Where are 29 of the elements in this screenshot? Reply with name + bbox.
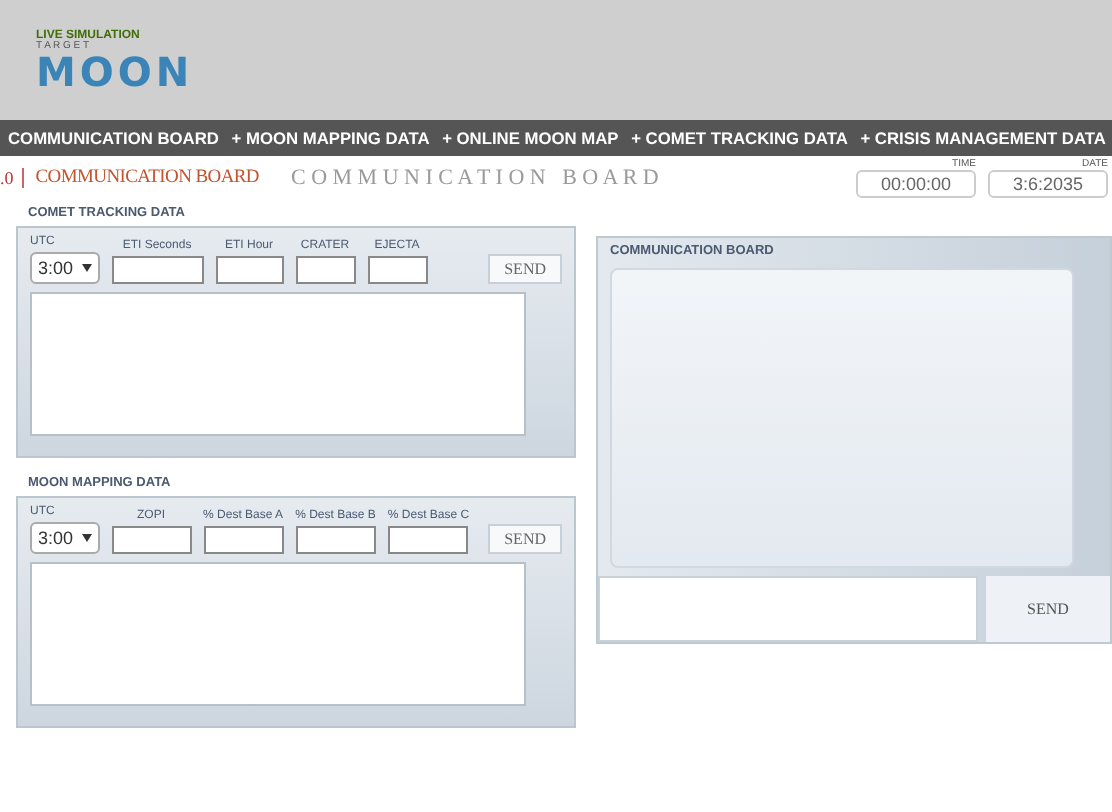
utc-dropdown[interactable]: 3:00 bbox=[30, 252, 100, 284]
nav-link[interactable]: + ONLINE MOON MAP bbox=[442, 128, 619, 148]
nav-link[interactable]: + COMET TRACKING DATA bbox=[631, 128, 848, 148]
date-field: 3:6:2035 bbox=[988, 170, 1108, 198]
logo-title: MOON bbox=[36, 51, 194, 91]
caret-icon bbox=[81, 534, 92, 542]
send-button[interactable]: SEND bbox=[488, 524, 562, 554]
nav-link[interactable]: + CRISIS MANAGEMENT DATA bbox=[860, 128, 1106, 148]
utc-dropdown[interactable]: 3:00 bbox=[30, 522, 100, 554]
input-field[interactable] bbox=[215, 256, 284, 284]
version-label: .0 bbox=[0, 168, 24, 188]
input-field[interactable] bbox=[203, 526, 284, 554]
input-field[interactable] bbox=[388, 526, 469, 554]
input-field[interactable] bbox=[295, 256, 356, 284]
input-field[interactable] bbox=[111, 256, 204, 284]
section-title: COMMUNICATION BOARD bbox=[35, 168, 259, 188]
input-field[interactable] bbox=[295, 526, 376, 554]
nav-link[interactable]: COMMUNICATION BOARD bbox=[8, 128, 219, 148]
nav-link[interactable]: + MOON MAPPING DATA bbox=[231, 128, 430, 148]
text-area[interactable] bbox=[30, 292, 526, 436]
message-field[interactable] bbox=[598, 576, 978, 642]
caret-icon bbox=[81, 264, 92, 272]
watermark-title: C O M M U N I C A T I O N B O A R D bbox=[289, 166, 661, 190]
time-field: 00:00:00 bbox=[856, 170, 976, 198]
input-field[interactable] bbox=[111, 526, 192, 554]
input-field[interactable] bbox=[367, 256, 428, 284]
send-button[interactable]: SEND bbox=[488, 254, 562, 284]
text-area[interactable] bbox=[30, 562, 526, 706]
send-button[interactable]: SEND bbox=[986, 576, 1110, 642]
